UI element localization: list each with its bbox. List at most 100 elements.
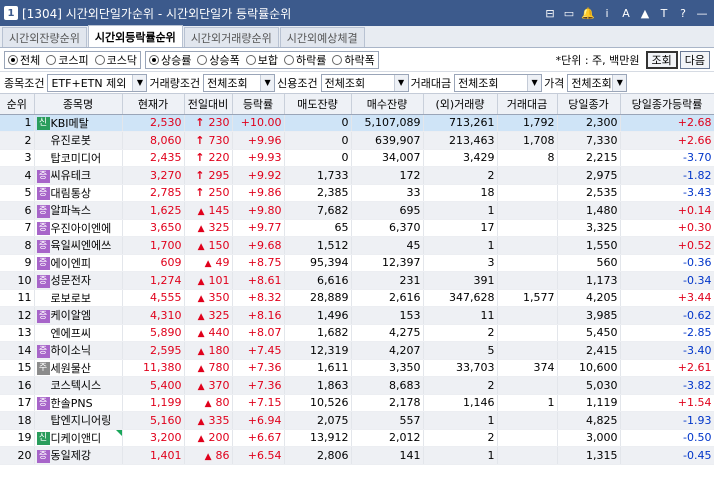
tab-2[interactable]: 시간외거래량순위: [183, 27, 279, 47]
name-cell[interactable]: 유진로봇: [34, 131, 123, 150]
up-triangle-icon: ▲: [197, 364, 205, 375]
direction-radio-0[interactable]: 상승률: [146, 52, 194, 68]
column-header-3[interactable]: 전일대비: [184, 94, 233, 115]
tab-1[interactable]: 시간외등락률순위: [87, 25, 183, 47]
table-row[interactable]: 12 증 케이알엠 4,310 ▲ 325 +8.16 1,496 153 11 3,985 -0.6…: [0, 306, 714, 325]
tab-0[interactable]: 시간외잔량순위: [2, 27, 87, 47]
query-button[interactable]: 조회: [645, 50, 678, 69]
note-marker-icon: [115, 429, 121, 436]
name-cell[interactable]: 증 하이소닉: [34, 341, 123, 360]
window-button-7[interactable]: ?: [675, 5, 691, 21]
window-button-4[interactable]: A: [618, 5, 634, 21]
name-cell[interactable]: 신 디케이앤디: [34, 429, 123, 447]
table-row[interactable]: 1 신 KBI메탈 2,530 ↑ 230 +10.00 0 5,107,089 713,261 1…: [0, 114, 714, 132]
column-header-8[interactable]: 거래대금: [497, 94, 558, 115]
name-cell[interactable]: 코스텍시스: [34, 376, 123, 395]
chevron-down-icon: ▼: [527, 74, 542, 91]
ask-volume-cell: 0: [284, 149, 352, 167]
table-row[interactable]: 10 증 성문전자 1,274 ▲ 101 +8.61 6,616 231 391 1,173 -0.…: [0, 271, 714, 290]
price-cell: 5,160: [122, 411, 185, 430]
window-button-8[interactable]: —: [694, 5, 710, 21]
tab-3[interactable]: 시간외예상체결: [279, 27, 365, 47]
name-cell[interactable]: 증 육일씨엔에쓰: [34, 236, 123, 255]
market-badge: 주: [36, 362, 50, 376]
table-row[interactable]: 9 증 에이엔피 609 ▲ 49 +8.75 95,394 12,397 3 560 -0.36: [0, 254, 714, 272]
change-cell: ▲ 370: [184, 376, 233, 395]
bid-volume-cell: 45: [351, 236, 424, 255]
price-condition-select[interactable]: 전체조회 ▼: [567, 73, 628, 92]
credit-condition-select[interactable]: 전체조회 ▼: [320, 73, 409, 92]
table-row[interactable]: 4 증 씨유테크 3,270 ↑ 295 +9.92 1,733 172 2 2,975 -1.82: [0, 166, 714, 185]
name-cell[interactable]: 증 대림통상: [34, 184, 123, 202]
market-radio-1[interactable]: 코스피: [43, 52, 91, 68]
table-row[interactable]: 19 신 디케이앤디 3,200 ▲ 200 +6.67 13,912 2,012 2 3,000-…: [0, 429, 714, 447]
direction-radio-2[interactable]: 보합: [243, 52, 281, 68]
trade-volume-cell: 3,429: [423, 149, 498, 167]
window-button-5[interactable]: ▲: [637, 5, 653, 21]
ask-volume-cell: 6,616: [284, 271, 352, 290]
market-radio-2[interactable]: 코스닥: [92, 52, 140, 68]
close-price-cell: 1,480: [557, 201, 621, 220]
trade-volume-cell: 2: [423, 376, 498, 395]
direction-radio-3[interactable]: 하락률: [281, 52, 329, 68]
name-cell[interactable]: 탑엔지니어링: [34, 411, 123, 430]
table-row[interactable]: 8 증 육일씨엔에쓰 1,700 ▲ 150 +9.68 1,512 45 1 1,550 +0.52: [0, 236, 714, 255]
change-cell: ↑ 730: [184, 131, 233, 150]
column-header-10[interactable]: 당일종가등락률: [620, 94, 714, 115]
name-cell[interactable]: 증 씨유테크: [34, 166, 123, 185]
amount-condition-select[interactable]: 전체조회 ▼: [454, 73, 543, 92]
trade-amount-cell: 8: [497, 149, 558, 167]
table-row[interactable]: 16 코스텍시스 5,400 ▲ 370 +7.36 1,863 8,683 2 5,030 -3.…: [0, 376, 714, 395]
table-row[interactable]: 5 증 대림통상 2,785 ↑ 250 +9.86 2,385 33 18 2,535 -3.43: [0, 184, 714, 202]
column-header-6[interactable]: 매수잔량: [351, 94, 424, 115]
window-button-3[interactable]: i: [599, 5, 615, 21]
name-cell[interactable]: 증 동일제강: [34, 446, 123, 465]
name-cell[interactable]: 증 케이알엠: [34, 306, 123, 325]
name-cell[interactable]: 엔에프씨: [34, 324, 123, 342]
item-condition-select[interactable]: ETF+ETN 제외 ▼: [47, 73, 148, 92]
name-cell[interactable]: 증 한솔PNS: [34, 394, 123, 412]
stock-name: 씨유테크: [50, 169, 91, 183]
window-button-6[interactable]: T: [656, 5, 672, 21]
next-button[interactable]: 다음: [679, 50, 710, 69]
name-cell[interactable]: 증 우진아이엔에: [34, 219, 123, 237]
table-row[interactable]: 6 증 알파녹스 1,625 ▲ 145 +9.80 7,682 695 1 1,480 +0.14: [0, 201, 714, 220]
table-row[interactable]: 13 엔에프씨 5,890 ▲ 440 +8.07 1,682 4,275 2 5,450 -2.8…: [0, 324, 714, 342]
window-button-0[interactable]: ⊟: [542, 5, 558, 21]
trade-volume-cell: 1: [423, 411, 498, 430]
direction-radio-4[interactable]: 하락폭: [329, 52, 377, 68]
window-button-1[interactable]: ▭: [561, 5, 577, 21]
name-cell[interactable]: 증 알파녹스: [34, 201, 123, 220]
table-row[interactable]: 11 로보로보 4,555 ▲ 350 +8.32 28,889 2,616 347,628 1,…: [0, 289, 714, 307]
name-cell[interactable]: 주 세원물산: [34, 359, 123, 377]
table-row[interactable]: 18 탑엔지니어링 5,160 ▲ 335 +6.94 2,075 557 1 4,825 -1.9…: [0, 411, 714, 430]
window-button-2[interactable]: 🔔: [580, 5, 596, 21]
close-price-cell: 560: [557, 254, 621, 272]
column-header-5[interactable]: 매도잔량: [284, 94, 352, 115]
column-header-7[interactable]: (외)거래량: [423, 94, 498, 115]
name-cell[interactable]: 탑코미디어: [34, 149, 123, 167]
table-row[interactable]: 7 증 우진아이엔에 3,650 ▲ 325 +9.77 65 6,370 17 3,325 +0.3…: [0, 219, 714, 237]
column-header-0[interactable]: 순위: [0, 94, 35, 115]
name-cell[interactable]: 증 성문전자: [34, 271, 123, 290]
ranking-table: 순위 종목명 현재가 전일대비 등락률 매도잔량 매수잔량 (외)거래량 거래대금 당일종가 당일종…: [0, 94, 714, 465]
column-header-9[interactable]: 당일종가: [557, 94, 621, 115]
table-row[interactable]: 17 증 한솔PNS 1,199 ▲ 80 +7.15 10,526 2,178 1,146 1 1,…: [0, 394, 714, 412]
direction-radio-1[interactable]: 상승폭: [194, 52, 242, 68]
rate-cell: +6.94: [232, 411, 285, 430]
name-cell[interactable]: 로보로보: [34, 289, 123, 307]
table-row[interactable]: 14 증 하이소닉 2,595 ▲ 180 +7.45 12,319 4,207 5 2,415 -3…: [0, 341, 714, 360]
column-header-4[interactable]: 등락률: [232, 94, 285, 115]
table-row[interactable]: 20 증 동일제강 1,401 ▲ 86 +6.54 2,806 141 1 1,315 -0.45: [0, 446, 714, 465]
table-row[interactable]: 2 유진로봇 8,060 ↑ 730 +9.96 0 639,907 213,463 1,708 7…: [0, 131, 714, 150]
market-radio-0[interactable]: 전체: [5, 52, 43, 68]
column-header-1[interactable]: 종목명: [34, 94, 123, 115]
volume-condition-select[interactable]: 전체조회 ▼: [203, 73, 276, 92]
stock-name: 탑엔지니어링: [50, 414, 112, 428]
table-row[interactable]: 3 탑코미디어 2,435 ↑ 220 +9.93 0 34,007 3,429 8 2,215 -3…: [0, 149, 714, 167]
table-row[interactable]: 15 주 세원물산 11,380 ▲ 780 +7.36 1,611 3,350 33,703 37…: [0, 359, 714, 377]
rate-cell: +6.67: [232, 429, 285, 447]
name-cell[interactable]: 신 KBI메탈: [34, 114, 123, 132]
column-header-2[interactable]: 현재가: [122, 94, 185, 115]
name-cell[interactable]: 증 에이엔피: [34, 254, 123, 272]
